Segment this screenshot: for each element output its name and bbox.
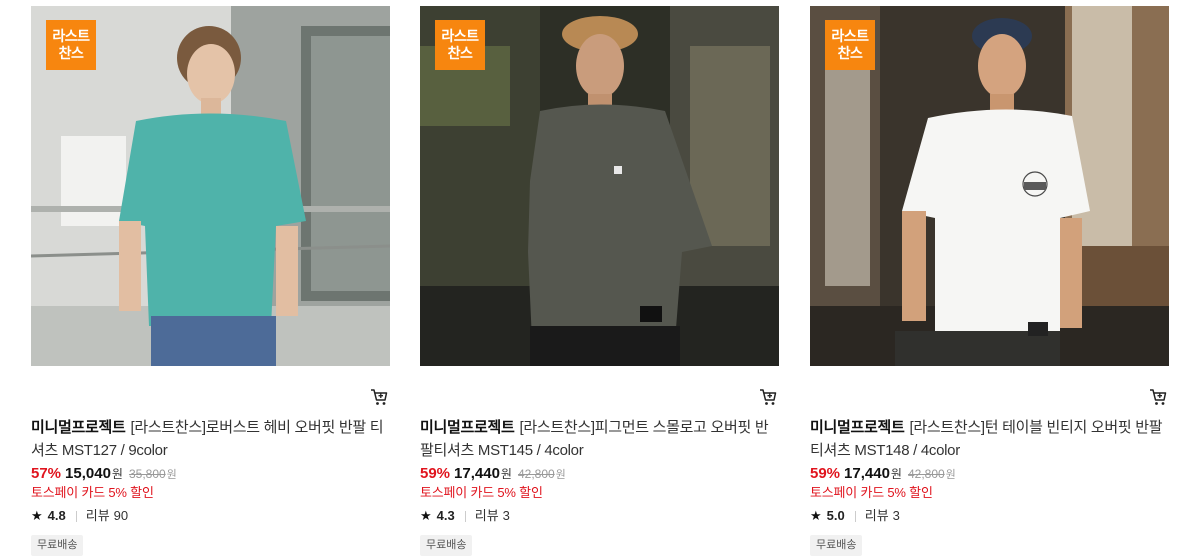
product-title[interactable]: 미니멀프로젝트 [라스트찬스]로버스트 헤비 오버핏 반팔 티셔츠 MST127 … — [31, 416, 390, 462]
product-card[interactable]: 라스트 찬스 미니멀프로젝트 [라스트찬스]로버스트 헤비 오버핏 반팔 티셔츠 … — [31, 6, 390, 556]
star-icon: ★ — [31, 508, 43, 523]
price-row: 57% 15,040원 35,800원 — [31, 465, 177, 484]
product-image[interactable]: 라스트 찬스 — [420, 6, 779, 366]
rating-score: 4.3 — [436, 508, 455, 523]
badge-line-1: 라스트 — [441, 28, 479, 44]
sale-price: 17,440 — [454, 465, 500, 482]
free-shipping-tag: 무료배송 — [810, 535, 863, 556]
product-image[interactable]: 라스트 찬스 — [31, 6, 390, 366]
rating-score: 5.0 — [826, 508, 845, 523]
card-promo: 토스페이 카드 5% 할인 — [31, 485, 154, 500]
cart-icon — [371, 389, 388, 405]
divider — [75, 510, 77, 522]
review-count: 3 — [502, 508, 510, 523]
free-shipping-tag: 무료배송 — [31, 535, 84, 556]
sale-price: 15,040 — [65, 465, 111, 482]
review-label: 리뷰 — [864, 508, 889, 523]
rating-score: 4.8 — [47, 508, 66, 523]
free-shipping-tag: 무료배송 — [420, 535, 473, 556]
last-chance-badge: 라스트 찬스 — [46, 20, 96, 70]
discount-rate: 57% — [31, 465, 62, 482]
rating-row: ★ 5.0 리뷰 3 — [810, 507, 900, 525]
brand-name[interactable]: 미니멀프로젝트 — [420, 419, 515, 436]
product-card[interactable]: 라스트 찬스 미니멀프로젝트 [라스트찬스]피그먼트 스몰로고 오버핏 반팔티셔츠… — [420, 6, 779, 556]
currency-unit: 원 — [890, 467, 902, 481]
divider — [464, 510, 466, 522]
brand-name[interactable]: 미니멀프로젝트 — [810, 419, 905, 436]
add-to-cart-button[interactable] — [369, 387, 389, 407]
review-label: 리뷰 — [474, 508, 499, 523]
add-to-cart-button[interactable] — [758, 387, 778, 407]
brand-name[interactable]: 미니멀프로젝트 — [31, 419, 126, 436]
badge-line-2: 찬스 — [837, 45, 863, 61]
product-image[interactable]: 라스트 찬스 — [810, 6, 1169, 366]
last-chance-badge: 라스트 찬스 — [435, 20, 485, 70]
review-count: 90 — [113, 508, 129, 523]
sale-price: 17,440 — [844, 465, 890, 482]
rating-row: ★ 4.3 리뷰 3 — [420, 507, 510, 525]
product-title[interactable]: 미니멀프로젝트 [라스트찬스]피그먼트 스몰로고 오버핏 반팔티셔츠 MST145… — [420, 416, 779, 462]
price-row: 59% 17,440원 42,800원 — [810, 465, 956, 484]
discount-rate: 59% — [420, 465, 451, 482]
badge-line-2: 찬스 — [58, 45, 84, 61]
currency-unit: 원 — [500, 467, 512, 481]
cart-icon — [1150, 389, 1167, 405]
currency-unit: 원 — [111, 467, 123, 481]
divider — [854, 510, 856, 522]
original-currency-unit: 원 — [166, 469, 177, 481]
original-currency-unit: 원 — [555, 469, 566, 481]
add-to-cart-button[interactable] — [1148, 387, 1168, 407]
last-chance-badge: 라스트 찬스 — [825, 20, 875, 70]
rating-row: ★ 4.8 리뷰 90 — [31, 507, 128, 525]
original-price: 42,800 — [517, 467, 555, 481]
original-price: 35,800 — [128, 467, 166, 481]
card-promo: 토스페이 카드 5% 할인 — [420, 485, 543, 500]
discount-rate: 59% — [810, 465, 841, 482]
review-count: 3 — [892, 508, 900, 523]
price-row: 59% 17,440원 42,800원 — [420, 465, 566, 484]
star-icon: ★ — [810, 508, 822, 523]
product-grid: 라스트 찬스 미니멀프로젝트 [라스트찬스]로버스트 헤비 오버핏 반팔 티셔츠 … — [0, 0, 1178, 556]
cart-icon — [760, 389, 777, 405]
card-promo: 토스페이 카드 5% 할인 — [810, 485, 933, 500]
original-price: 42,800 — [907, 467, 945, 481]
original-currency-unit: 원 — [945, 469, 956, 481]
product-title[interactable]: 미니멀프로젝트 [라스트찬스]턴 테이블 빈티지 오버핏 반팔티셔츠 MST148… — [810, 416, 1169, 462]
star-icon: ★ — [420, 508, 432, 523]
badge-line-1: 라스트 — [52, 28, 90, 44]
product-card[interactable]: 라스트 찬스 미니멀프로젝트 [라스트찬스]턴 테이블 빈티지 오버핏 반팔티셔츠… — [810, 6, 1169, 556]
badge-line-1: 라스트 — [831, 28, 869, 44]
review-label: 리뷰 — [85, 508, 110, 523]
badge-line-2: 찬스 — [447, 45, 473, 61]
